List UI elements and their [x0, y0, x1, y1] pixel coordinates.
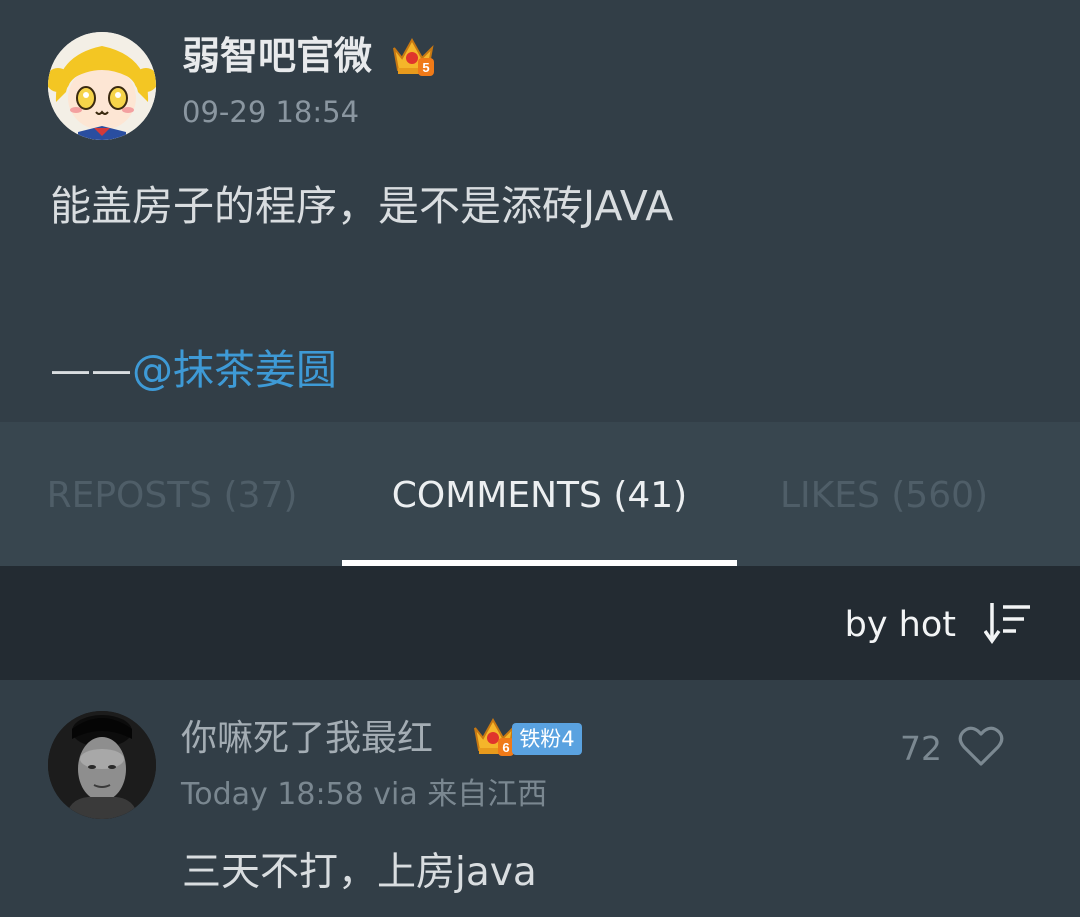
commenter-level: 6 — [502, 740, 509, 755]
post-timestamp: 09-29 18:54 — [182, 95, 360, 129]
like-count: 72 — [900, 729, 942, 768]
credit-prefix: —— — [50, 346, 132, 394]
author-avatar[interactable] — [48, 32, 156, 140]
tab-bar: REPOSTS (37) COMMENTS (41) LIKES (560) — [0, 422, 1080, 566]
tab-comments[interactable]: COMMENTS (41) — [342, 422, 737, 566]
heart-icon[interactable] — [958, 724, 1004, 768]
sort-bar: by hot — [0, 566, 1080, 680]
comment-meta: Today 18:58 via 来自江西 — [181, 777, 548, 812]
commenter-avatar[interactable] — [48, 711, 156, 819]
post-body: 能盖房子的程序，是不是添砖JAVA — [50, 182, 674, 230]
sort-icon[interactable] — [983, 601, 1032, 645]
comment-body: 三天不打，上房java — [182, 850, 537, 895]
post-credit: ——@抹茶姜圆 — [50, 340, 337, 400]
tab-likes[interactable]: LIKES (560) — [770, 422, 998, 566]
crown-icon: 6 — [472, 716, 516, 758]
crown-icon: 5 — [390, 36, 436, 78]
fan-badge: 铁粉4 — [512, 723, 582, 755]
commenter-name[interactable]: 你嘛死了我最红 — [181, 714, 433, 764]
post-author-name[interactable]: 弱智吧官微 — [182, 30, 372, 82]
tab-reposts[interactable]: REPOSTS (37) — [36, 422, 308, 566]
author-level: 5 — [422, 60, 429, 75]
mention-link[interactable]: @抹茶姜圆 — [132, 346, 337, 394]
sort-label[interactable]: by hot — [845, 566, 956, 684]
